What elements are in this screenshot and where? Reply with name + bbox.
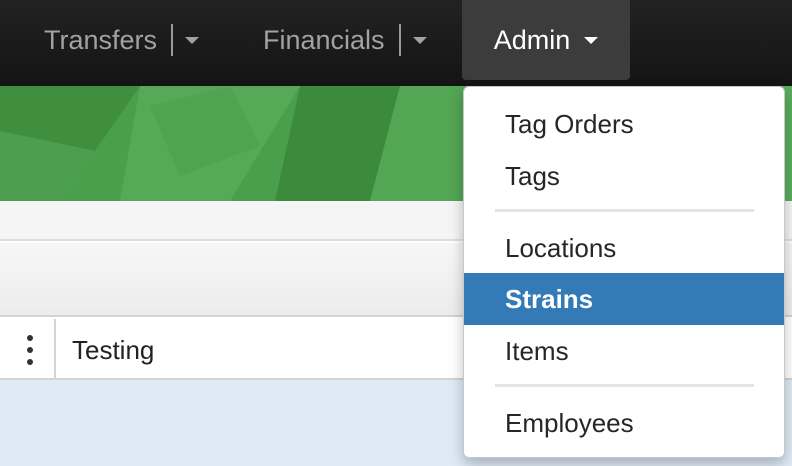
nav-transfers[interactable]: Transfers bbox=[44, 0, 200, 80]
column-header-testing[interactable]: Testing bbox=[72, 335, 154, 366]
menu-divider bbox=[495, 209, 754, 212]
nav-admin-label[interactable]: Admin bbox=[494, 25, 571, 56]
nav-financials-label[interactable]: Financials bbox=[263, 25, 385, 56]
menu-item-strains[interactable]: Strains bbox=[464, 273, 784, 325]
nav-separator bbox=[398, 24, 401, 56]
nav-financials[interactable]: Financials bbox=[263, 0, 427, 80]
caret-down-icon[interactable] bbox=[412, 36, 427, 44]
top-navbar: Transfers Financials Admin bbox=[0, 0, 792, 86]
menu-item-locations[interactable]: Locations bbox=[464, 222, 784, 274]
menu-divider bbox=[495, 384, 754, 387]
caret-down-icon[interactable] bbox=[185, 36, 200, 44]
menu-item-tag-orders[interactable]: Tag Orders bbox=[464, 98, 784, 150]
column-divider bbox=[54, 319, 56, 380]
menu-item-items[interactable]: Items bbox=[464, 325, 784, 377]
column-options-icon[interactable] bbox=[24, 335, 36, 365]
nav-admin[interactable]: Admin bbox=[462, 0, 630, 80]
menu-item-tags[interactable]: Tags bbox=[464, 150, 784, 202]
menu-item-employees[interactable]: Employees bbox=[464, 397, 784, 449]
admin-dropdown-menu: Tag Orders Tags Locations Strains Items … bbox=[463, 86, 785, 458]
nav-separator bbox=[171, 24, 174, 56]
nav-transfers-label[interactable]: Transfers bbox=[44, 25, 157, 56]
caret-down-icon[interactable] bbox=[584, 36, 599, 44]
